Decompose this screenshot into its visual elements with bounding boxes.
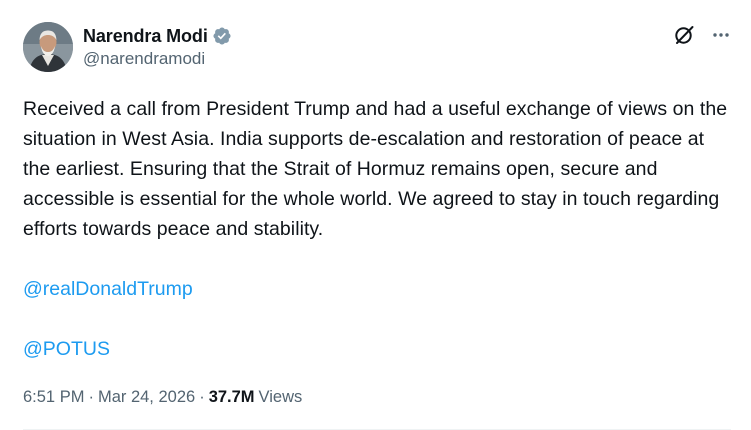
name-row: Narendra Modi (83, 24, 232, 48)
verified-badge-icon[interactable] (212, 26, 232, 46)
tweet-meta: 6:51 PM · Mar 24, 2026 · 37.7M Views (23, 386, 751, 408)
mention-link-potus[interactable]: @POTUS (23, 334, 110, 364)
views-label: Views (258, 387, 303, 406)
author-identity: Narendra Modi @narendramodi (83, 22, 232, 69)
mention-link-realdonaldtrump[interactable]: @realDonaldTrump (23, 274, 193, 304)
tweet-header: Narendra Modi @narendramodi (23, 22, 751, 74)
tweet-text: Received a call from President Trump and… (23, 98, 728, 240)
avatar[interactable] (23, 22, 73, 72)
tweet-time[interactable]: 6:51 PM (23, 388, 84, 407)
meta-separator: · (199, 387, 205, 406)
views-count: 37.7M (208, 387, 255, 406)
meta-separator: · (88, 387, 94, 406)
tweet: Narendra Modi @narendramodi Received a c… (0, 0, 751, 430)
grok-icon[interactable] (673, 24, 695, 51)
tweet-top-actions (673, 24, 731, 51)
tweet-date[interactable]: Mar 24, 2026 (98, 388, 195, 407)
avatar-image (23, 22, 73, 72)
display-name[interactable]: Narendra Modi (83, 26, 208, 47)
author-handle[interactable]: @narendramodi (83, 49, 232, 69)
more-icon[interactable] (711, 25, 731, 50)
